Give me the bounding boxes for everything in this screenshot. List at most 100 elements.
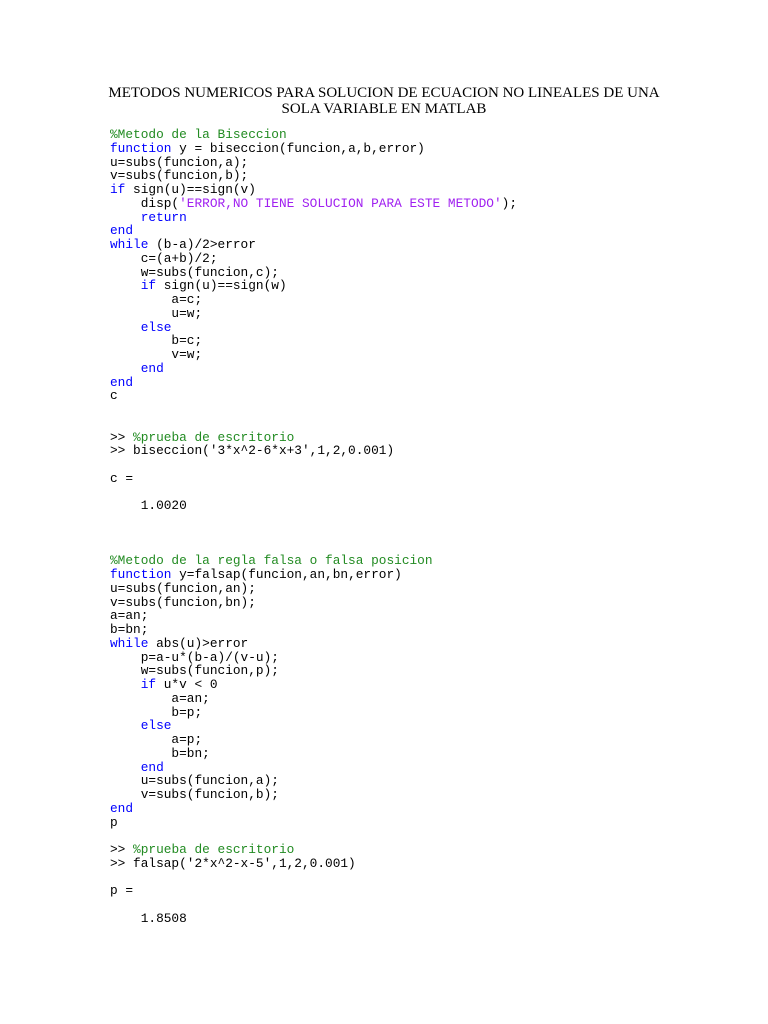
- matlab-code-listing: %Metodo de la Biseccion function y = bise…: [110, 128, 517, 926]
- code-line: u=subs(funcion,a);: [110, 774, 517, 788]
- code-line: >> biseccion('3*x^2-6*x+3',1,2,0.001): [110, 444, 517, 458]
- title-line-1: METODOS NUMERICOS PARA SOLUCION DE ECUAC…: [108, 85, 660, 101]
- code-line: u=subs(funcion,an);: [110, 580, 517, 596]
- code-text: c: [110, 388, 118, 404]
- code-text: (b-a)/2>error: [148, 237, 256, 252]
- keyword: else: [140, 718, 172, 734]
- code-text: p: [110, 814, 118, 830]
- code-text: c=(a+b)/2;: [110, 250, 218, 266]
- code-text: y=falsap(funcion,an,bn,error): [171, 567, 402, 582]
- code-line: w=subs(funcion,p);: [110, 664, 517, 678]
- keyword: if: [110, 182, 126, 197]
- code-text: >>: [110, 842, 134, 857]
- keyword: else: [140, 319, 172, 335]
- code-line: a=p;: [110, 733, 517, 747]
- code-text: y = biseccion(funcion,a,b,error): [171, 140, 425, 156]
- code-line: if sign(u)==sign(v): [110, 183, 517, 197]
- code-line: v=w;: [110, 348, 517, 362]
- code-line: %Metodo de la regla falsa o falsa posici…: [110, 554, 517, 568]
- code-text: sign(u)==sign(v): [125, 182, 256, 197]
- keyword: while: [110, 237, 149, 252]
- keyword: end: [140, 759, 164, 775]
- code-line: if u*v < 0: [110, 678, 517, 692]
- code-text: u=subs(funcion,an);: [110, 580, 256, 596]
- code-line: p=a-u*(b-a)/(v-u);: [110, 649, 517, 665]
- keyword: if: [140, 677, 157, 692]
- code-line: end: [110, 374, 517, 390]
- code-line: w=subs(funcion,c);: [110, 265, 517, 280]
- code-text: >>: [110, 429, 134, 445]
- code-text: b=c;: [110, 333, 203, 349]
- code-line: a=an;: [110, 609, 517, 623]
- code-line: b=c;: [110, 334, 517, 348]
- code-line: end: [110, 224, 517, 238]
- code-line: v=subs(funcion,b);: [110, 169, 517, 183]
- code-line: a=an;: [110, 691, 517, 706]
- code-line: c=(a+b)/2;: [110, 250, 517, 266]
- code-line: if sign(u)==sign(w): [110, 279, 517, 293]
- string: 'ERROR,NO TIENE SOLUCION PARA ESTE METOD…: [179, 195, 502, 211]
- code-line: p =: [110, 884, 517, 898]
- code-text: a=p;: [110, 732, 203, 747]
- comment: %Metodo de la regla falsa o falsa posici…: [110, 553, 433, 569]
- code-line: c: [110, 389, 517, 403]
- code-text: );: [501, 195, 518, 211]
- code-line: u=subs(funcion,a);: [110, 155, 517, 170]
- code-text: b=bn;: [110, 622, 149, 637]
- code-text: b=p;: [110, 704, 203, 720]
- code-text: u*v < 0: [156, 677, 218, 692]
- code-text: v=subs(funcion,bn);: [110, 594, 256, 610]
- keyword: function: [110, 567, 172, 582]
- code-text: disp(: [110, 195, 180, 211]
- code-text: v=subs(funcion,b);: [110, 168, 249, 184]
- code-line: end: [110, 759, 517, 775]
- code-line: function y=falsap(funcion,an,bn,error): [110, 568, 517, 582]
- code-text: p=a-u*(b-a)/(v-u);: [110, 649, 279, 665]
- keyword: end: [140, 360, 164, 376]
- comment: %prueba de escritorio: [133, 842, 295, 857]
- keyword: end: [110, 374, 134, 390]
- code-line: disp('ERROR,NO TIENE SOLUCION PARA ESTE …: [110, 195, 518, 211]
- keyword: end: [110, 223, 134, 239]
- code-text: 1.0020: [110, 498, 187, 514]
- code-line: c =: [110, 471, 517, 486]
- code-line: function y = biseccion(funcion,a,b,error…: [110, 140, 517, 156]
- code-line: 1.0020: [110, 499, 517, 513]
- code-line: >> falsap('2*x^2-x-5',1,2,0.001): [110, 855, 517, 871]
- code-line: >> %prueba de escritorio: [110, 429, 517, 445]
- code-line: v=subs(funcion,bn);: [110, 594, 517, 610]
- code-line: end: [110, 360, 517, 376]
- keyword: function: [110, 140, 172, 156]
- title-line-2: SOLA VARIABLE EN MATLAB: [281, 101, 487, 117]
- code-line: u=w;: [110, 306, 517, 321]
- comment: %prueba de escritorio: [133, 429, 295, 445]
- code-text: v=subs(funcion,b);: [110, 787, 279, 802]
- code-line: %Metodo de la Biseccion: [110, 128, 517, 142]
- code-text: 1.8508: [110, 910, 187, 926]
- code-line: while (b-a)/2>error: [110, 238, 517, 252]
- code-text: a=an;: [110, 608, 149, 624]
- code-line: b=p;: [110, 704, 517, 720]
- code-line: >> %prueba de escritorio: [110, 843, 517, 857]
- code-text: >> falsap('2*x^2-x-5',1,2,0.001): [110, 855, 356, 871]
- code-line: else: [110, 319, 517, 335]
- code-text: >> biseccion('3*x^2-6*x+3',1,2,0.001): [110, 443, 395, 459]
- code-line: else: [110, 719, 517, 733]
- code-line: a=c;: [110, 293, 517, 307]
- code-text: p =: [110, 883, 134, 899]
- code-line: return: [110, 210, 517, 225]
